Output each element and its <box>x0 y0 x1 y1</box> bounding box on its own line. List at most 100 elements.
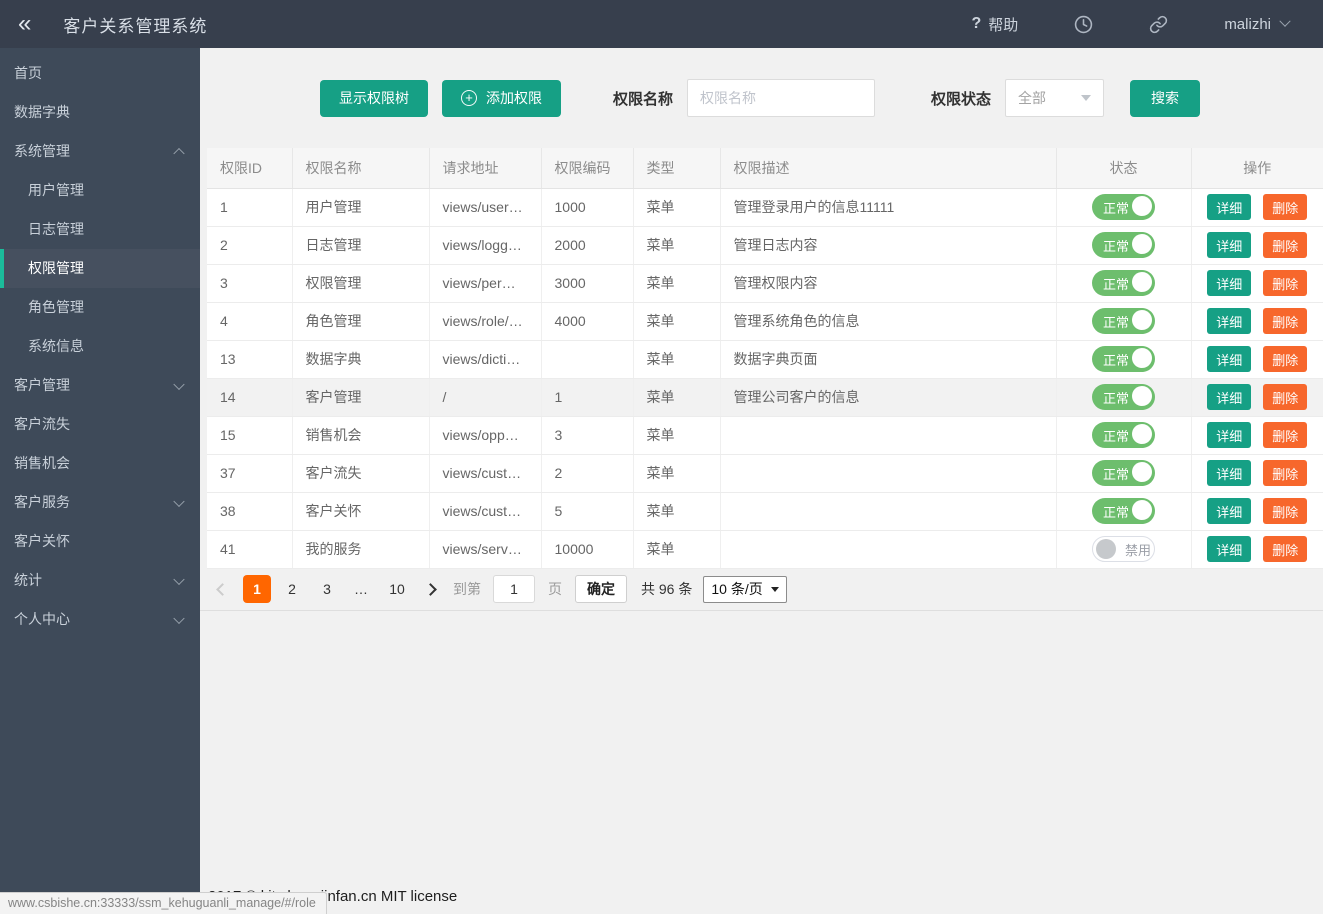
help-button[interactable]: ? 帮助 <box>972 14 1019 35</box>
sidebar-item[interactable]: 系统管理 <box>0 132 200 171</box>
sidebar-item[interactable]: 角色管理 <box>0 288 200 327</box>
col-description: 权限描述 <box>720 148 1057 189</box>
detail-button[interactable]: 详细 <box>1207 308 1252 334</box>
detail-button[interactable]: 详细 <box>1207 536 1252 562</box>
prev-page-button[interactable] <box>216 582 229 596</box>
detail-button[interactable]: 详细 <box>1207 232 1252 258</box>
status-toggle-on[interactable]: 正常 <box>1092 232 1155 258</box>
sidebar-item[interactable]: 数据字典 <box>0 93 200 132</box>
add-permission-button[interactable]: + 添加权限 <box>442 79 561 117</box>
chevron-icon <box>173 612 185 624</box>
cell-type: 菜单 <box>633 188 721 227</box>
permission-name-input[interactable] <box>687 79 876 117</box>
status-toggle-off[interactable]: 禁用 <box>1092 536 1155 562</box>
table-row: 14 客户管理 / 1 菜单 管理公司客户的信息 正常 详细 删除 <box>207 378 1323 417</box>
sidebar-item[interactable]: 客户流失 <box>0 405 200 444</box>
delete-button[interactable]: 删除 <box>1263 308 1308 334</box>
page-button[interactable]: … <box>348 575 376 603</box>
question-icon: ? <box>971 15 982 32</box>
page-button[interactable]: 10 <box>383 575 411 603</box>
delete-button[interactable]: 删除 <box>1263 270 1308 296</box>
clock-icon[interactable] <box>1074 15 1093 34</box>
top-header: « 客户关系管理系统 ? 帮助 malizhi <box>0 0 1323 48</box>
status-toggle-on[interactable]: 正常 <box>1092 194 1155 220</box>
sidebar-item[interactable]: 客户管理 <box>0 366 200 405</box>
cell-permission-name: 用户管理 <box>292 188 430 227</box>
page-size-select[interactable]: 10 条/页 <box>703 575 787 603</box>
sidebar-item[interactable]: 首页 <box>0 54 200 93</box>
detail-button[interactable]: 详细 <box>1207 498 1252 524</box>
app-title: 客户关系管理系统 <box>63 16 208 36</box>
sidebar-item-label: 个人中心 <box>14 611 70 627</box>
delete-button[interactable]: 删除 <box>1263 422 1308 448</box>
cell-request-url: views/user… <box>429 188 542 227</box>
sidebar-item-label: 客户管理 <box>14 377 70 393</box>
cell-permission-code: 3 <box>541 416 634 455</box>
delete-button[interactable]: 删除 <box>1263 194 1308 220</box>
page-button[interactable]: 3 <box>313 575 341 603</box>
sidebar-item-label: 首页 <box>14 65 42 81</box>
sidebar-item[interactable]: 权限管理 <box>0 249 200 288</box>
sidebar-item[interactable]: 系统信息 <box>0 327 200 366</box>
sidebar-item-label: 系统管理 <box>14 143 70 159</box>
help-label: 帮助 <box>988 16 1019 34</box>
permission-name-label: 权限名称 <box>613 90 674 108</box>
cell-type: 菜单 <box>633 302 721 341</box>
table-row: 3 权限管理 views/per… 3000 菜单 管理权限内容 正常 详细 删… <box>207 264 1323 303</box>
status-toggle-on[interactable]: 正常 <box>1092 422 1155 448</box>
detail-button[interactable]: 详细 <box>1207 270 1252 296</box>
delete-button[interactable]: 删除 <box>1263 460 1308 486</box>
sidebar-item[interactable]: 统计 <box>0 561 200 600</box>
permission-status-select[interactable]: 全部 <box>1005 79 1105 117</box>
user-menu[interactable]: malizhi <box>1224 15 1291 33</box>
collapse-sidebar-icon[interactable]: « <box>18 12 31 36</box>
status-toggle-on[interactable]: 正常 <box>1092 384 1155 410</box>
show-permission-tree-button[interactable]: 显示权限树 <box>320 79 428 117</box>
sidebar-item[interactable]: 客户关怀 <box>0 522 200 561</box>
detail-button[interactable]: 详细 <box>1207 460 1252 486</box>
page-button[interactable]: 2 <box>278 575 306 603</box>
goto-page-input[interactable] <box>493 575 535 603</box>
status-toggle-on[interactable]: 正常 <box>1092 498 1155 524</box>
pagination-bar: 123…10 到第 页 确定 共 96 条 10 条/页 <box>200 569 1323 611</box>
status-toggle-on[interactable]: 正常 <box>1092 270 1155 296</box>
delete-button[interactable]: 删除 <box>1263 498 1308 524</box>
toggle-knob <box>1132 386 1152 406</box>
sidebar-item[interactable]: 日志管理 <box>0 210 200 249</box>
delete-button[interactable]: 删除 <box>1263 536 1308 562</box>
sidebar-item[interactable]: 销售机会 <box>0 444 200 483</box>
sidebar-item-label: 销售机会 <box>14 455 70 471</box>
status-toggle-on[interactable]: 正常 <box>1092 460 1155 486</box>
link-icon[interactable] <box>1149 15 1168 34</box>
status-on-label: 正常 <box>1103 276 1130 292</box>
detail-button[interactable]: 详细 <box>1207 194 1252 220</box>
delete-button[interactable]: 删除 <box>1263 232 1308 258</box>
cell-permission-id: 2 <box>207 226 293 265</box>
sidebar-item[interactable]: 个人中心 <box>0 600 200 639</box>
status-toggle-on[interactable]: 正常 <box>1092 346 1155 372</box>
detail-button[interactable]: 详细 <box>1207 384 1252 410</box>
cell-permission-name: 客户管理 <box>292 378 430 417</box>
toggle-knob <box>1096 539 1116 559</box>
cell-permission-code: 10000 <box>541 530 634 569</box>
confirm-page-button[interactable]: 确定 <box>575 575 627 603</box>
delete-button[interactable]: 删除 <box>1263 384 1308 410</box>
search-button[interactable]: 搜索 <box>1130 79 1201 117</box>
cell-permission-id: 1 <box>207 188 293 227</box>
cell-request-url: views/opp… <box>429 416 542 455</box>
detail-button[interactable]: 详细 <box>1207 346 1252 372</box>
next-page-button[interactable] <box>424 582 437 596</box>
cell-request-url: views/serv… <box>429 530 542 569</box>
sidebar-item[interactable]: 客户服务 <box>0 483 200 522</box>
col-permission-code: 权限编码 <box>541 148 634 189</box>
username: malizhi <box>1224 15 1271 33</box>
table-row: 13 数据字典 views/dicti… 菜单 数据字典页面 正常 详细 删除 <box>207 340 1323 379</box>
toggle-knob <box>1132 500 1152 520</box>
status-toggle-on[interactable]: 正常 <box>1092 308 1155 334</box>
sidebar-item[interactable]: 用户管理 <box>0 171 200 210</box>
status-on-label: 正常 <box>1103 352 1130 368</box>
page-button[interactable]: 1 <box>243 575 271 603</box>
detail-button[interactable]: 详细 <box>1207 422 1252 448</box>
cell-permission-name: 日志管理 <box>292 226 430 265</box>
delete-button[interactable]: 删除 <box>1263 346 1308 372</box>
